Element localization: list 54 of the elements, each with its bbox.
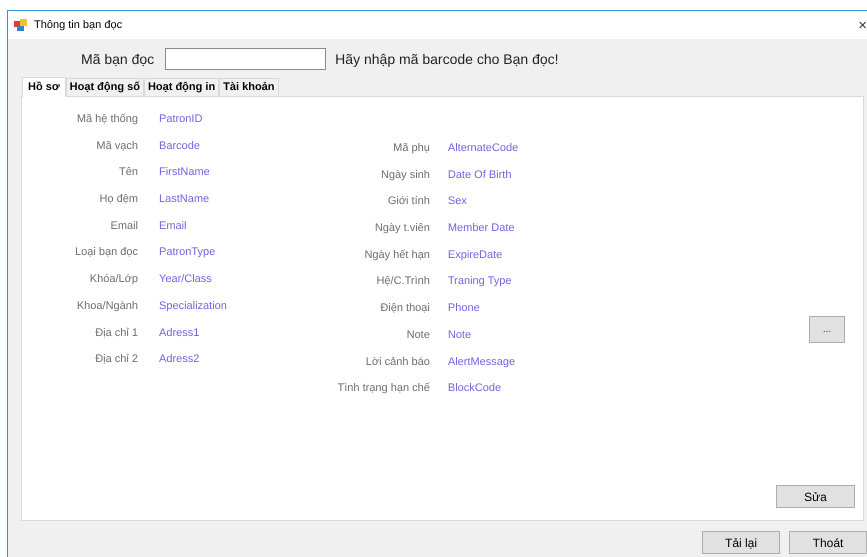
- field-value: PatronType: [159, 245, 216, 260]
- field-label: Ngày t.viên: [374, 221, 430, 236]
- field-value: Traning Type: [448, 274, 512, 290]
- close-button[interactable]: ×: [858, 18, 867, 32]
- field-label: Ngày hết hạn: [363, 248, 430, 263]
- edit-button[interactable]: Sửa: [776, 485, 855, 508]
- field-label: Mã vạch: [95, 138, 138, 154]
- field-label: Giới tính: [386, 194, 430, 210]
- field-value: Sex: [448, 194, 467, 210]
- field-value: Member Date: [448, 221, 515, 236]
- field-label: Khoa/Ngành: [76, 298, 138, 314]
- field-value: ExpireDate: [448, 248, 502, 263]
- tab[interactable]: Tài khoản: [219, 78, 279, 96]
- field-label: Email: [109, 218, 138, 234]
- field-label: Ngày sinh: [380, 168, 430, 183]
- field-value: AlertMessage: [448, 354, 516, 370]
- field-value: Note: [448, 328, 472, 343]
- field-value: Date Of Birth: [448, 168, 512, 183]
- field-value: Specialization: [159, 298, 227, 314]
- field-label: Địa chỉ 1: [94, 326, 138, 340]
- field-value: PatronID: [159, 112, 202, 127]
- dialog-button[interactable]: Tải lại: [702, 531, 780, 554]
- field-value: Adress2: [159, 352, 200, 368]
- field-label: Mã phụ: [392, 141, 430, 156]
- field-value: Adress1: [159, 326, 200, 340]
- field-label: Họ đệm: [98, 192, 138, 208]
- field-label: Địa chỉ 2: [94, 352, 138, 368]
- field-value: Phone: [448, 301, 480, 316]
- field-label: Tên: [118, 165, 138, 180]
- field-label: Mã bạn đọc: [81, 50, 154, 68]
- tab[interactable]: Hoạt động in: [144, 78, 220, 96]
- field-label: Lời cảnh báo: [364, 354, 430, 370]
- field-value: Email: [159, 218, 187, 234]
- dialog-button[interactable]: Thoát: [789, 531, 867, 554]
- browse-button[interactable]: ...: [809, 316, 845, 343]
- patron-code-field[interactable]: [165, 48, 326, 70]
- field-label: Note: [406, 328, 430, 343]
- tab[interactable]: Hồ sơ: [22, 77, 66, 97]
- app-icon: [14, 19, 27, 31]
- field-label: Tình trạng hạn chế: [336, 381, 430, 396]
- field-value: AlternateCode: [448, 141, 518, 156]
- field-value: LastName: [159, 192, 210, 208]
- field-value: FirstName: [159, 165, 210, 180]
- field-label: Loại bạn đọc: [74, 245, 138, 260]
- window-title: Thông tin bạn đọc: [34, 18, 122, 33]
- field-label: Mã hệ thống: [76, 112, 138, 127]
- tab[interactable]: Hoạt động số: [66, 78, 144, 96]
- field-label: Hệ/C.Trình: [375, 274, 430, 290]
- field-label: Điện thoại: [379, 301, 430, 316]
- field-value: Barcode: [159, 138, 200, 154]
- hint-text: Hãy nhập mã barcode cho Bạn đọc!: [335, 50, 559, 69]
- field-value: BlockCode: [448, 381, 502, 396]
- field-value: Year/Class: [159, 272, 212, 288]
- field-label: Khóa/Lớp: [88, 272, 138, 288]
